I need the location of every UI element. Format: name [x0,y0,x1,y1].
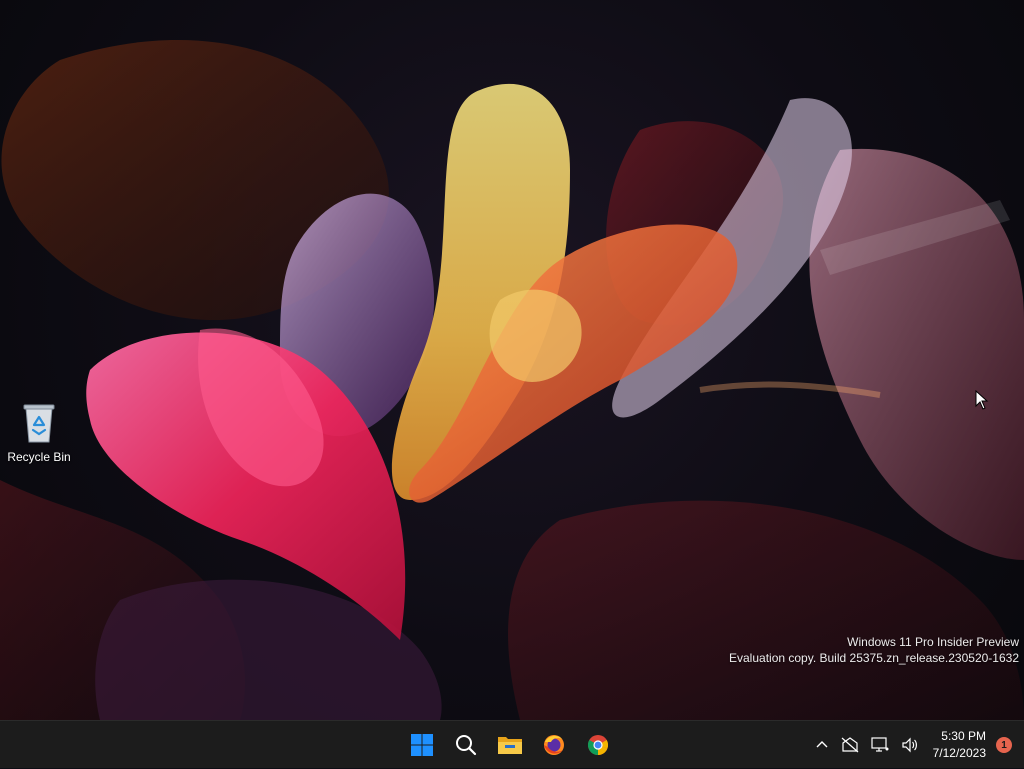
display-icon [871,737,889,752]
network-button[interactable] [835,725,865,765]
taskbar-apps [402,721,618,769]
taskbar: 5:30 PM 7/12/2023 1 [0,720,1024,768]
system-tray: 5:30 PM 7/12/2023 1 [809,721,1024,769]
chrome-button[interactable] [578,725,618,765]
wallpaper-image [0,40,1024,720]
desktop-icon-label: Recycle Bin [7,450,71,464]
desktop-icon-recycle-bin[interactable]: Recycle Bin [4,400,74,468]
volume-button[interactable] [895,725,925,765]
desktop[interactable]: Recycle Bin Windows 11 Pro Insider Previ… [0,0,1024,720]
chevron-up-icon [816,741,828,748]
display-button[interactable] [865,725,895,765]
chrome-icon [587,735,609,756]
watermark-line-2: Evaluation copy. Build 25375.zn_release.… [729,651,1019,665]
firefox-button[interactable] [534,725,574,765]
search-icon [456,735,477,756]
clock-date: 7/12/2023 [932,746,986,760]
clock-time: 5:30 PM [941,729,986,743]
show-hidden-icons-button[interactable] [809,725,835,765]
start-button[interactable] [402,725,442,765]
network-disconnected-icon [841,737,859,753]
file-explorer-button[interactable] [490,725,530,765]
clock-button[interactable]: 5:30 PM 7/12/2023 [925,725,996,765]
windows-watermark: Windows 11 Pro Insider Preview Evaluatio… [729,634,1019,666]
mouse-cursor-icon [975,390,989,410]
file-explorer-icon [498,737,522,754]
windows-start-icon [411,734,433,756]
firefox-icon [544,735,564,755]
search-button[interactable] [446,725,486,765]
volume-icon [902,737,917,753]
recycle-bin-icon [23,404,55,443]
watermark-line-1: Windows 11 Pro Insider Preview [847,635,1019,649]
notification-badge[interactable]: 1 [996,737,1012,753]
